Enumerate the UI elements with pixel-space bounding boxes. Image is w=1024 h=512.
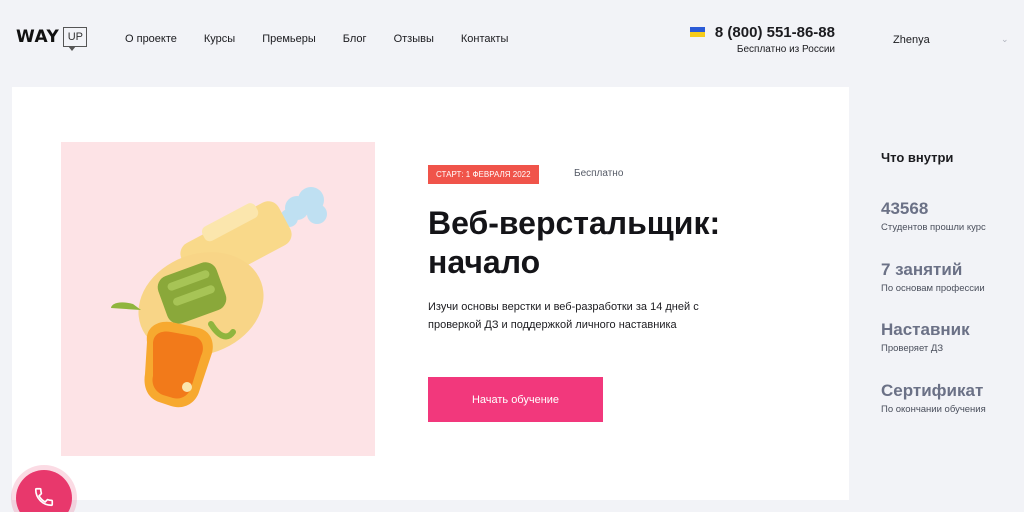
logo[interactable]: WAY UP xyxy=(16,27,88,51)
phone-number[interactable]: 8 (800) 551-86-88 xyxy=(690,24,835,41)
course-hero-card: Старт: 1 февраля 2022 Бесплатно Веб-верс… xyxy=(12,87,849,500)
phone-note: Бесплатно из России xyxy=(736,44,835,55)
stat-value: Наставник xyxy=(881,320,970,339)
stat-value: Сертификат xyxy=(881,381,984,400)
stat-item: 43568 Студентов прошли курс xyxy=(881,199,1021,233)
stat-label: Проверяет ДЗ xyxy=(881,343,944,354)
course-title: Веб-верстальщик: начало xyxy=(428,204,808,282)
nav-item-premieres[interactable]: Премьеры xyxy=(262,33,316,45)
course-title-line2: начало xyxy=(428,244,541,280)
toy-gun-illustration xyxy=(61,142,375,456)
nav-item-courses[interactable]: Курсы xyxy=(204,33,235,45)
nav-item-blog[interactable]: Блог xyxy=(343,33,367,45)
stat-value: 43568 xyxy=(881,199,929,218)
nav-item-contacts[interactable]: Контакты xyxy=(461,33,509,45)
user-name[interactable]: Zhenya xyxy=(893,34,930,46)
phone-block: 8 (800) 551-86-88 Бесплатно из России xyxy=(690,24,835,55)
stat-item: 7 занятий По основам профессии xyxy=(881,260,1021,294)
toy-gun-icon xyxy=(111,187,327,408)
sidebar-title: Что внутри xyxy=(881,150,954,165)
stat-label: По окончании обучения xyxy=(881,404,986,415)
course-description: Изучи основы верстки и веб-разработки за… xyxy=(428,301,699,331)
price-label: Бесплатно xyxy=(574,168,624,179)
stat-item: Наставник Проверяет ДЗ xyxy=(881,320,1021,354)
logo-text: WAY xyxy=(16,27,60,47)
phone-icon xyxy=(34,487,54,507)
chevron-down-icon[interactable]: ⌄ xyxy=(1001,34,1009,45)
stat-item: Сертификат По окончании обучения xyxy=(881,381,1021,415)
logo-badge: UP xyxy=(63,27,88,51)
start-date-badge: Старт: 1 февраля 2022 xyxy=(428,165,539,184)
stat-value: 7 занятий xyxy=(881,260,963,279)
stat-label: По основам профессии xyxy=(881,283,985,294)
nav-item-about[interactable]: О проекте xyxy=(125,33,177,45)
main-nav: О проекте Курсы Премьеры Блог Отзывы Кон… xyxy=(125,33,535,45)
stat-label: Студентов прошли курс xyxy=(881,222,986,233)
nav-item-reviews[interactable]: Отзывы xyxy=(394,33,434,45)
course-features-sidebar: Что внутри 43568 Студентов прошли курс 7… xyxy=(881,150,1021,415)
course-title-line1: Веб-верстальщик: xyxy=(428,205,721,241)
site-header: WAY UP О проекте Курсы Премьеры Блог Отз… xyxy=(0,0,1024,80)
ukraine-flag-icon xyxy=(690,27,705,37)
start-learning-button[interactable]: Начать обучение xyxy=(428,377,603,422)
